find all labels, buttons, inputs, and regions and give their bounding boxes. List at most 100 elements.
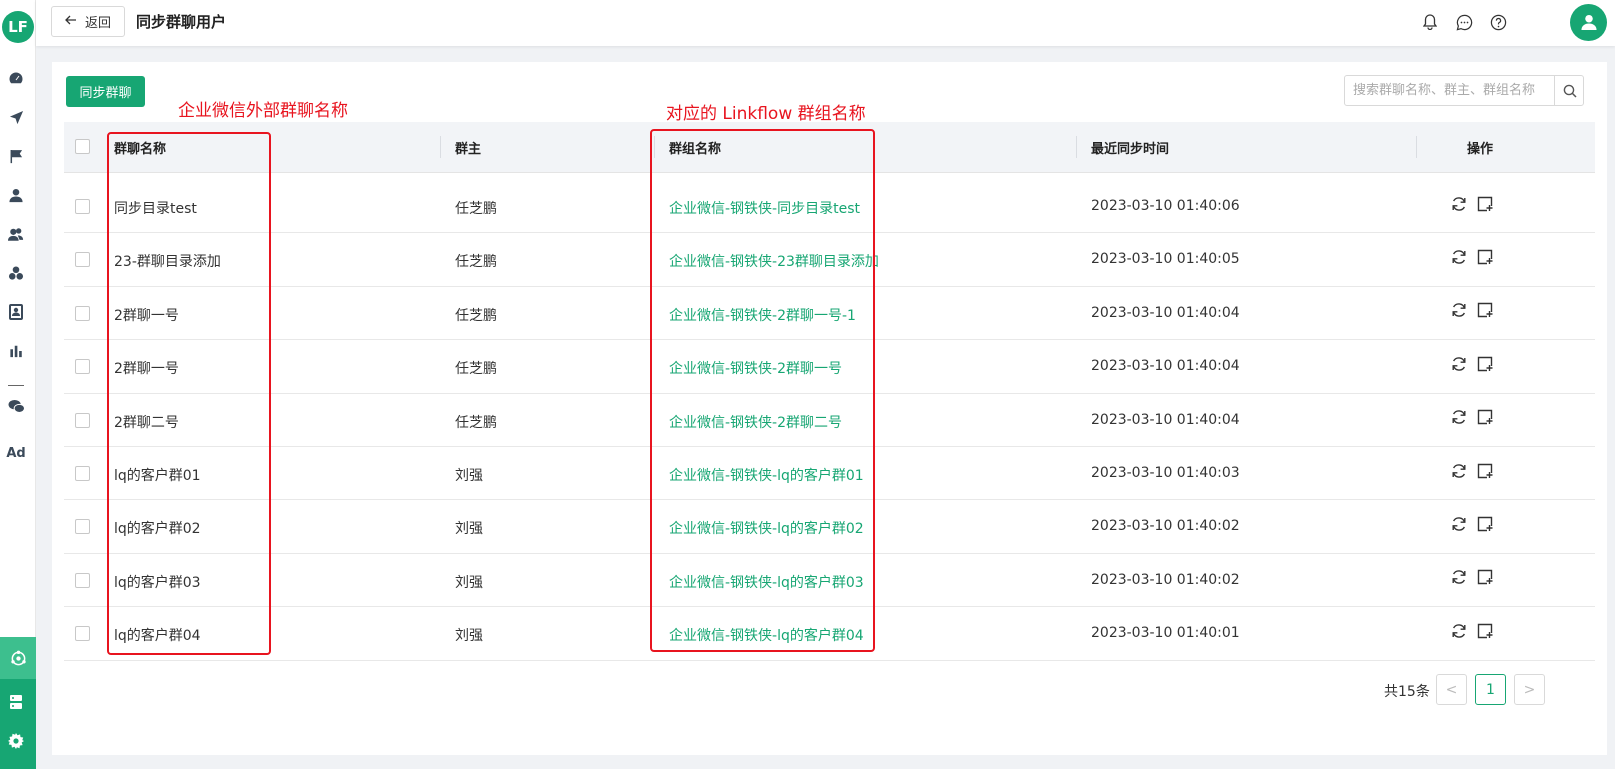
add-note-icon[interactable] — [1476, 302, 1493, 319]
send-icon[interactable] — [0, 106, 32, 128]
sync-icon[interactable] — [1450, 569, 1467, 586]
avatar[interactable] — [1570, 4, 1607, 41]
row-checkbox[interactable] — [75, 359, 90, 375]
pagination-next-button[interactable]: > — [1514, 674, 1545, 705]
pagination-total: 共15条 — [1384, 684, 1430, 700]
users-icon[interactable] — [0, 223, 32, 245]
owner-name: 任芝鹏 — [455, 254, 497, 271]
row-checkbox[interactable] — [75, 572, 90, 588]
column-separator — [440, 136, 441, 158]
sync-icon[interactable] — [1450, 409, 1467, 426]
search-box — [1344, 75, 1584, 106]
add-note-icon[interactable] — [1476, 515, 1493, 532]
pagination-page-1[interactable]: 1 — [1475, 674, 1506, 705]
wechat-icon[interactable] — [0, 395, 32, 417]
ad-menu-item[interactable]: Ad — [0, 446, 32, 461]
dashboard-icon[interactable] — [0, 67, 32, 89]
owner-name: 刘强 — [455, 574, 483, 591]
owner-name: 刘强 — [455, 468, 483, 484]
sync-icon[interactable] — [1450, 622, 1467, 639]
owner-name: 任芝鹏 — [455, 201, 497, 217]
arrow-left-icon — [65, 14, 77, 29]
row-actions — [1450, 622, 1493, 639]
add-note-icon[interactable] — [1476, 195, 1493, 212]
row-actions — [1450, 355, 1493, 372]
row-actions — [1450, 302, 1493, 319]
sync-time: 2023-03-10 01:40:05 — [1091, 251, 1240, 268]
segments-icon[interactable] — [0, 262, 32, 284]
help-icon[interactable] — [1489, 13, 1507, 31]
owner-name: 任芝鹏 — [455, 307, 497, 324]
main-card: 同步群聊 企业微信外部群聊名称 对应的 Linkflow 群组名称 群聊名称 群… — [52, 62, 1607, 755]
owner-name: 刘强 — [455, 521, 483, 538]
sync-time: 2023-03-10 01:40:03 — [1091, 465, 1240, 481]
search-input[interactable] — [1345, 76, 1554, 105]
row-actions — [1450, 248, 1493, 265]
sync-icon[interactable] — [1450, 515, 1467, 532]
sidebar: LF Ad — [0, 0, 36, 769]
column-separator — [1416, 136, 1417, 158]
add-note-icon[interactable] — [1476, 569, 1493, 586]
sync-time: 2023-03-10 01:40:01 — [1091, 625, 1240, 642]
sync-group-chat-button[interactable]: 同步群聊 — [66, 76, 145, 107]
settings-icon[interactable] — [0, 723, 32, 759]
annotation-box-chat-name — [107, 132, 271, 655]
sync-time: 2023-03-10 01:40:02 — [1091, 571, 1240, 588]
flag-icon[interactable] — [0, 145, 32, 167]
add-note-icon[interactable] — [1476, 462, 1493, 479]
owner-name: 任芝鹏 — [455, 361, 497, 378]
back-button[interactable]: 返回 — [51, 6, 125, 37]
logo[interactable]: LF — [2, 11, 34, 43]
row-checkbox[interactable] — [75, 305, 90, 321]
bell-icon[interactable] — [1421, 13, 1439, 31]
row-actions — [1450, 515, 1493, 532]
sync-icon[interactable] — [1450, 302, 1467, 319]
row-checkbox[interactable] — [75, 519, 90, 535]
add-note-icon[interactable] — [1476, 248, 1493, 265]
contact-card-icon[interactable] — [0, 301, 32, 323]
row-checkbox[interactable] — [75, 626, 90, 642]
annotation-left: 企业微信外部群聊名称 — [178, 101, 348, 121]
top-bar: 返回 同步群聊用户 — [36, 0, 1615, 46]
row-actions — [1450, 195, 1493, 212]
server-icon[interactable] — [0, 684, 32, 720]
row-actions — [1450, 462, 1493, 479]
search-icon[interactable] — [1554, 76, 1584, 105]
owner-name: 任芝鹏 — [455, 414, 497, 431]
sync-time: 2023-03-10 01:40:04 — [1091, 358, 1240, 375]
message-icon[interactable] — [1455, 13, 1473, 31]
select-all-checkbox[interactable] — [75, 139, 90, 154]
row-checkbox[interactable] — [75, 412, 90, 428]
row-actions — [1450, 409, 1493, 426]
sync-time: 2023-03-10 01:40:04 — [1091, 411, 1240, 428]
sidebar-bottom-panel — [0, 637, 36, 769]
sidebar-divider — [8, 385, 24, 386]
pagination-prev-button[interactable]: < — [1436, 674, 1467, 705]
annotation-box-group-name — [650, 129, 875, 652]
org-icon[interactable] — [0, 637, 36, 679]
add-note-icon[interactable] — [1476, 622, 1493, 639]
sync-icon[interactable] — [1450, 248, 1467, 265]
bar-chart-icon[interactable] — [0, 340, 32, 362]
sync-time: 2023-03-10 01:40:04 — [1091, 304, 1240, 321]
column-header-owner[interactable]: 群主 — [455, 138, 481, 157]
add-note-icon[interactable] — [1476, 355, 1493, 372]
back-label: 返回 — [84, 16, 111, 31]
user-icon[interactable] — [0, 184, 32, 206]
sync-icon[interactable] — [1450, 462, 1467, 479]
sync-time: 2023-03-10 01:40:02 — [1091, 518, 1240, 535]
row-actions — [1450, 569, 1493, 586]
column-header-actions: 操作 — [1467, 142, 1494, 157]
row-checkbox[interactable] — [75, 199, 90, 214]
sync-time: 2023-03-10 01:40:06 — [1091, 198, 1240, 214]
annotation-right: 对应的 Linkflow 群组名称 — [666, 104, 866, 124]
row-checkbox[interactable] — [75, 466, 90, 481]
add-note-icon[interactable] — [1476, 409, 1493, 426]
row-checkbox[interactable] — [75, 252, 90, 268]
sync-icon[interactable] — [1450, 355, 1467, 372]
sync-icon[interactable] — [1450, 195, 1467, 212]
column-header-sync-time[interactable]: 最近同步时间 — [1091, 138, 1169, 157]
page-title: 同步群聊用户 — [136, 13, 227, 31]
owner-name: 刘强 — [455, 628, 483, 645]
column-separator — [1076, 136, 1077, 158]
